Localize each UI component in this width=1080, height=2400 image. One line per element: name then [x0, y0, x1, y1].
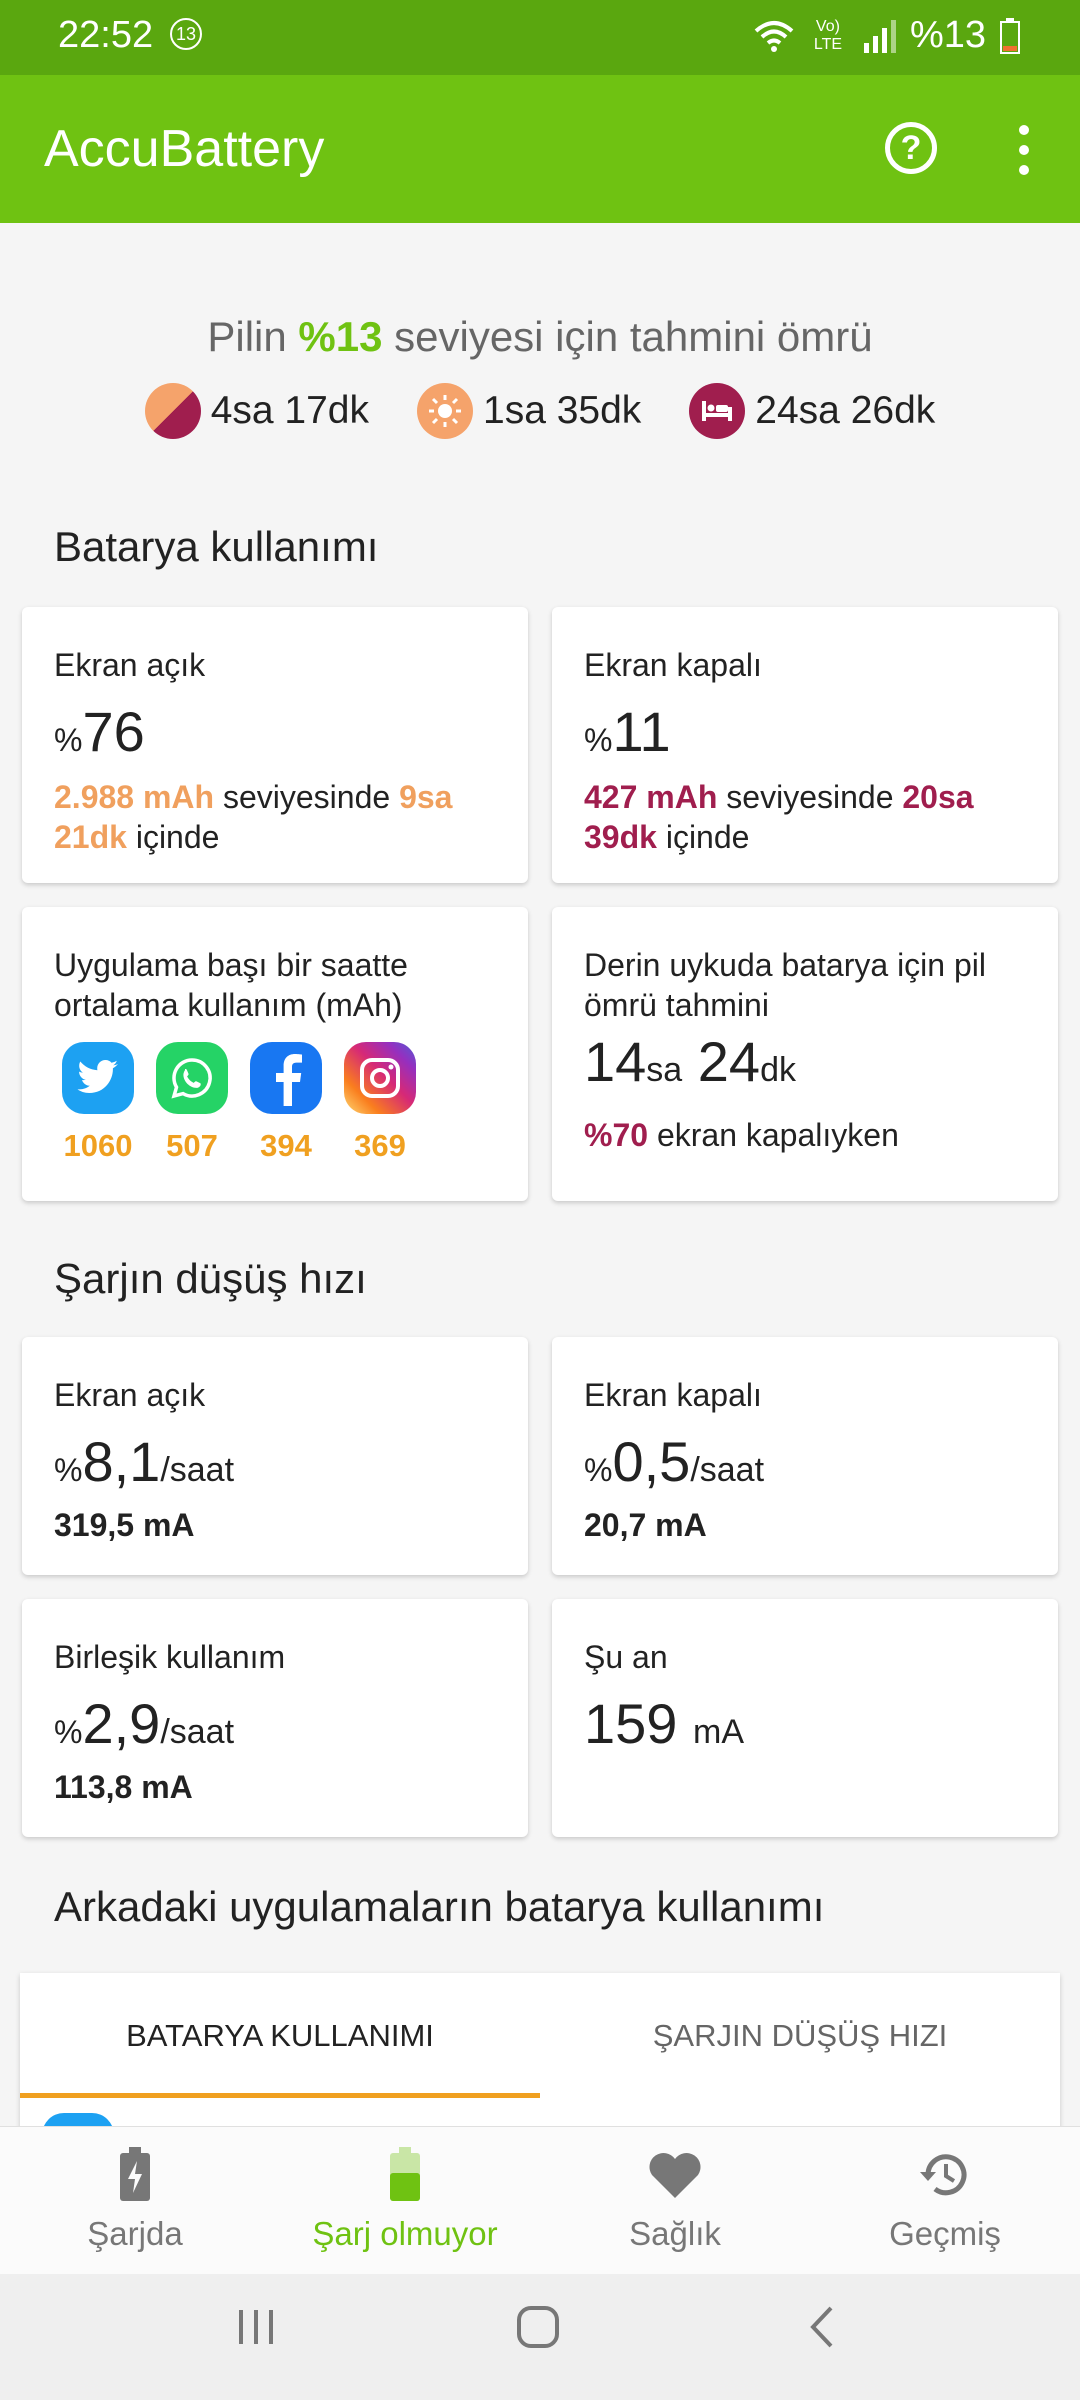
wifi-icon — [754, 20, 794, 52]
card-value: 14sa 24dk — [584, 1030, 796, 1093]
battery-discharging-icon — [270, 2145, 540, 2205]
active-tab-indicator — [20, 2093, 540, 2098]
discharge-title: Şarjın düşüş hızı — [54, 1255, 367, 1302]
nav-item-charging[interactable]: Şarjda — [0, 2145, 270, 2253]
card-detail: 427 mAh seviyesinde 20sa 39dk içinde — [584, 779, 974, 855]
bed-icon — [689, 383, 746, 439]
app-bar: AccuBattery ? — [0, 75, 1080, 223]
card-label: Ekran açık — [54, 1377, 206, 1413]
card-label: Ekran açık — [54, 647, 206, 683]
app-item-twitter: 1060 — [62, 1042, 134, 1164]
tab-discharge-speed[interactable]: ŞARJIN DÜŞÜŞ HIZI — [540, 1973, 1060, 2098]
card-detail: %70 ekran kapalıyken — [584, 1117, 899, 1153]
card-discharge-screen-on: Ekran açık %8,1/saat 319,5 mA — [22, 1337, 528, 1575]
signal-icon — [863, 19, 896, 53]
card-label: Ekran kapalı — [584, 647, 762, 683]
app-item-facebook: 394 — [250, 1042, 322, 1164]
estimate-title: Pilin %13 seviyesi için tahmini ömrü — [207, 313, 873, 360]
card-value: %76 — [54, 700, 145, 763]
tab-battery-usage[interactable]: BATARYA KULLANIMI — [20, 1973, 540, 2098]
card-value: %11 — [584, 700, 671, 763]
card-current: 319,5 mA — [54, 1507, 195, 1543]
mixed-usage-icon — [144, 383, 201, 439]
card-current-now: Şu an 159 mA — [552, 1599, 1058, 1837]
card-label: Ekran kapalı — [584, 1377, 762, 1413]
recent-apps-icon[interactable] — [235, 2304, 279, 2348]
card-label: Uygulama başı bir saatte ortalama kullan… — [54, 947, 408, 1023]
battery-icon — [1000, 17, 1020, 54]
app-item-whatsapp: 507 — [156, 1042, 228, 1164]
estimate-screen-on: 1sa 35dk — [417, 383, 641, 439]
card-value: %0,5/saat — [584, 1430, 765, 1493]
background-apps-tabs: BATARYA KULLANIMI ŞARJIN DÜŞÜŞ HIZI — [20, 1973, 1060, 2126]
volte-label: Vo) LTE — [813, 17, 843, 53]
facebook-icon — [250, 1042, 322, 1114]
app-list-icon-partial — [42, 2113, 114, 2126]
sun-icon — [417, 383, 473, 439]
battery-percent: %13 — [909, 14, 986, 56]
battery-usage-title: Batarya kullanımı — [54, 523, 379, 570]
main-content: Pilin %13 seviyesi için tahmini ömrü 4sa… — [0, 223, 1080, 2126]
bottom-navigation: Şarjda Şarj olmuyor Sağlık Geçmiş — [0, 2126, 1080, 2275]
app-title: AccuBattery — [44, 120, 325, 178]
card-value: %8,1/saat — [54, 1430, 235, 1493]
instagram-icon — [344, 1042, 416, 1114]
system-navigation-bar — [0, 2274, 1080, 2400]
card-screen-off-usage: Ekran kapalı %11 427 mAh seviyesinde 20s… — [552, 607, 1058, 883]
home-icon[interactable] — [515, 2304, 561, 2350]
status-time: 22:52 — [58, 14, 154, 56]
app-list: 1060 507 394 369 — [62, 1042, 416, 1164]
twitter-icon — [62, 1042, 134, 1114]
app-item-instagram: 369 — [344, 1042, 416, 1164]
heart-icon — [540, 2145, 810, 2205]
nav-item-history[interactable]: Geçmiş — [810, 2145, 1080, 2253]
card-label: Birleşik kullanım — [54, 1639, 286, 1675]
battery-charging-icon — [0, 2145, 270, 2205]
card-value: 159 mA — [584, 1692, 744, 1755]
nav-item-health[interactable]: Sağlık — [540, 2145, 810, 2253]
card-label: Derin uykuda batarya için pil ömrü tahmi… — [584, 947, 986, 1023]
card-current: 20,7 mA — [584, 1507, 707, 1543]
status-bar: 22:52 13 Vo) LTE %13 — [0, 0, 1080, 75]
card-screen-on-usage: Ekran açık %76 2.988 mAh seviyesinde 9sa… — [22, 607, 528, 883]
background-apps-title: Arkadaki uygulamaların batarya kullanımı — [54, 1883, 825, 1930]
history-icon — [810, 2145, 1080, 2205]
estimate-level: %13 — [298, 313, 383, 360]
more-options-icon[interactable] — [1010, 125, 1038, 175]
notification-count-badge: 13 — [170, 18, 202, 50]
estimate-screen-off: 24sa 26dk — [689, 383, 935, 439]
card-combined-usage: Birleşik kullanım %2,9/saat 113,8 mA — [22, 1599, 528, 1837]
back-icon[interactable] — [805, 2304, 841, 2350]
card-per-app-usage[interactable]: Uygulama başı bir saatte ortalama kullan… — [22, 907, 528, 1201]
whatsapp-icon — [156, 1042, 228, 1114]
card-discharge-screen-off: Ekran kapalı %0,5/saat 20,7 mA — [552, 1337, 1058, 1575]
card-label: Şu an — [584, 1639, 668, 1675]
card-deep-sleep: Derin uykuda batarya için pil ömrü tahmi… — [552, 907, 1058, 1201]
card-detail: 2.988 mAh seviyesinde 9sa 21dk içinde — [54, 779, 453, 855]
card-current: 113,8 mA — [54, 1769, 193, 1805]
card-value: %2,9/saat — [54, 1692, 235, 1755]
status-icons: Vo) LTE %13 — [754, 14, 1020, 57]
estimate-row: 4sa 17dk 1sa 35dk 24sa 26dk — [0, 383, 1080, 439]
help-icon[interactable]: ? — [885, 122, 937, 174]
nav-item-discharging[interactable]: Şarj olmuyor — [270, 2145, 540, 2253]
estimate-mixed: 4sa 17dk — [144, 383, 369, 439]
